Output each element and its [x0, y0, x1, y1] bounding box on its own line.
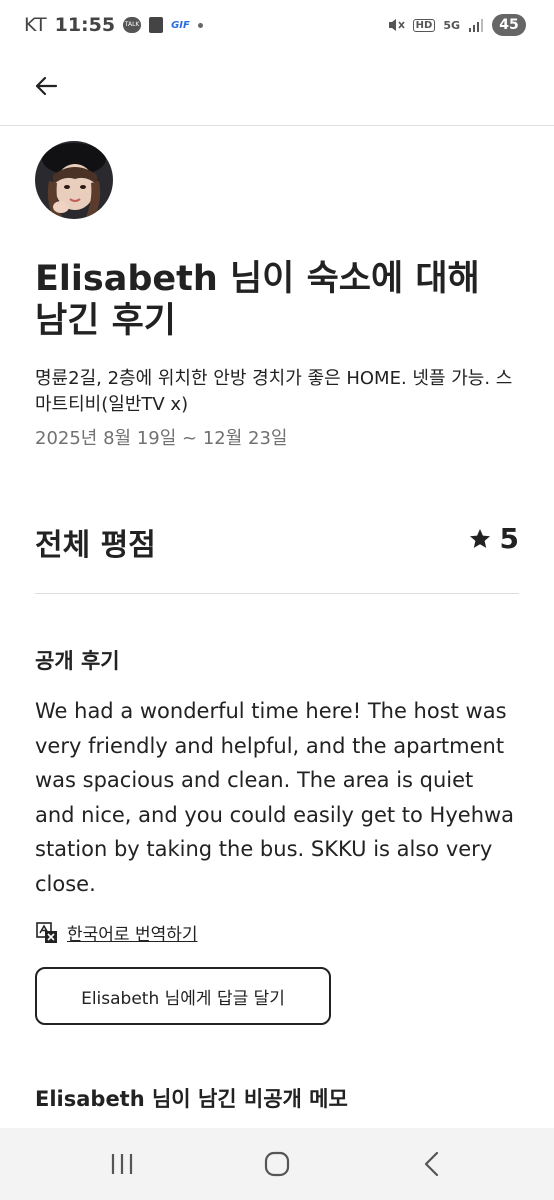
nav-back-button[interactable] — [412, 1148, 452, 1180]
page-title: Elisabeth 님이 숙소에 대해 남긴 후기 — [35, 259, 480, 341]
mute-icon — [388, 19, 405, 31]
home-icon — [264, 1151, 290, 1177]
listing-name: 명륜2길, 2층에 위치한 안방 경치가 좋은 HOME. 넷플 가능. 스마트… — [35, 368, 513, 415]
status-left: KT 11:55 TALK GIF — [24, 14, 203, 36]
back-button[interactable] — [30, 70, 62, 102]
star-icon — [469, 528, 490, 548]
header-divider — [0, 125, 554, 126]
avatar[interactable] — [35, 141, 113, 219]
guest-photo — [35, 141, 113, 219]
section-divider — [35, 593, 519, 594]
home-button[interactable] — [257, 1148, 297, 1180]
kakaotalk-icon: TALK — [123, 17, 142, 33]
public-review-text: We had a wonderful time here! The host w… — [35, 699, 515, 896]
recent-apps-icon — [111, 1154, 133, 1174]
status-bar: KT 11:55 TALK GIF HD 5G 45 — [0, 0, 554, 52]
carrier-label: KT — [24, 14, 47, 36]
translate-icon — [36, 921, 57, 943]
back-icon — [424, 1151, 439, 1177]
hd-icon: HD — [412, 18, 436, 32]
shopping-bag-icon — [149, 17, 164, 33]
private-note-heading: Elisabeth 님이 남긴 비공개 메모 — [35, 1087, 348, 1111]
stay-dates: 2025년 8월 19일 ~ 12월 23일 — [35, 428, 288, 449]
overall-rating-value: 5 — [499, 522, 519, 555]
overall-rating-label: 전체 평점 — [35, 528, 156, 563]
clock: 11:55 — [54, 14, 116, 36]
gif-icon: GIF — [171, 19, 190, 31]
5g-icon: 5G — [443, 18, 460, 32]
translate-link[interactable]: 한국어로 번역하기 — [35, 920, 198, 945]
system-nav-bar — [0, 1128, 554, 1200]
overall-rating: 5 — [468, 522, 519, 555]
battery-indicator: 45 — [492, 14, 526, 36]
dot-icon — [197, 22, 203, 28]
signal-icon — [469, 19, 483, 32]
status-right: HD 5G 45 — [387, 14, 526, 36]
recent-apps-button[interactable] — [102, 1148, 142, 1180]
arrow-left-icon — [35, 76, 58, 96]
public-review-label: 공개 후기 — [35, 649, 120, 673]
translate-label: 한국어로 번역하기 — [67, 925, 198, 945]
reply-button[interactable]: Elisabeth 님에게 답글 달기 — [35, 967, 331, 1025]
